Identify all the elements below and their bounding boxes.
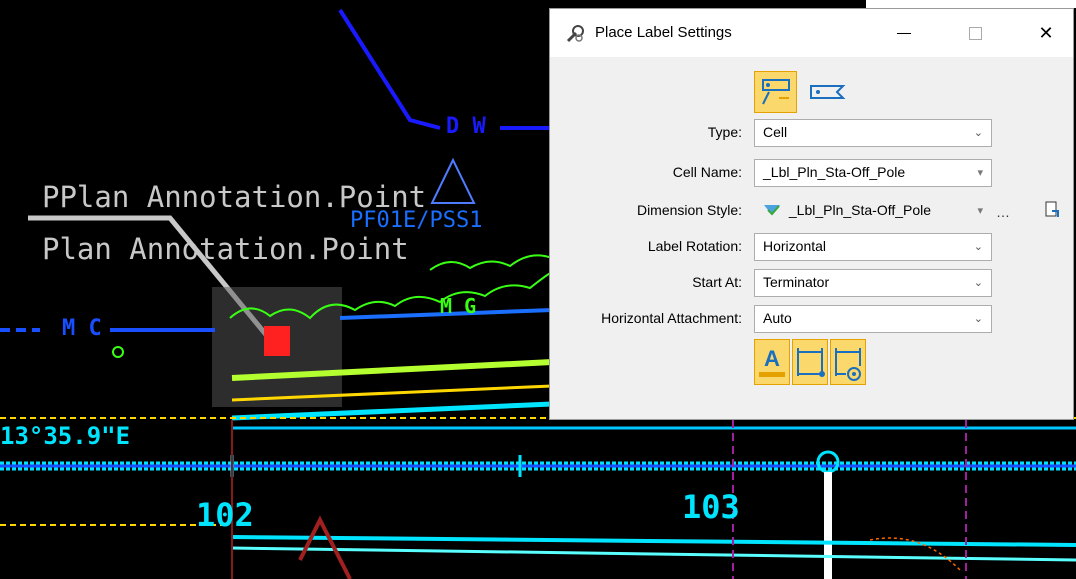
horizontal-attachment-value: Auto (763, 310, 792, 326)
more-options-button[interactable]: … (996, 204, 1010, 220)
pole-marker[interactable] (264, 326, 290, 356)
mc-label: M C (62, 316, 102, 341)
label-with-leader-button[interactable] (754, 71, 797, 113)
dialog-titlebar[interactable]: Place Label Settings ✕ (550, 9, 1073, 57)
upper-frame (866, 0, 1076, 8)
bearing-text: 13°35.9"E (0, 422, 131, 450)
close-icon: ✕ (1038, 22, 1054, 43)
dimension-style-combo[interactable]: _Lbl_Pln_Sta-Off_Pole ▾ (754, 197, 992, 225)
horizontal-attachment-label: Horizontal Attachment: (601, 310, 742, 326)
cell-name-label: Cell Name: (672, 164, 742, 180)
start-at-value: Terminator (763, 274, 830, 290)
browse-file-icon[interactable] (1044, 201, 1060, 219)
dw-label: D W (446, 114, 486, 139)
chevron-down-icon: ⌄ (973, 313, 983, 325)
chevron-down-icon: ⌄ (973, 241, 983, 253)
start-at-label: Start At: (692, 274, 742, 290)
label-with-leader-icon (761, 79, 790, 105)
blue-code-label: PF01E/PSS1 (350, 208, 483, 233)
text-style-icon: A (759, 346, 785, 377)
minimize-button[interactable] (881, 9, 927, 57)
minimize-icon (897, 32, 911, 34)
dropdown-arrow-icon: ▾ (977, 167, 983, 179)
label-without-leader-icon (810, 85, 846, 99)
place-label-settings-dialog: Place Label Settings ✕ Type: Cell ⌄ Cell… (549, 8, 1074, 420)
dimension-at-button[interactable] (830, 339, 866, 385)
type-label: Type: (707, 124, 742, 140)
cell-name-combo[interactable]: _Lbl_Pln_Sta-Off_Pole ▾ (754, 159, 992, 187)
dimension-line-icon (797, 348, 825, 377)
dimension-at-icon (835, 348, 861, 381)
dimension-style-label: Dimension Style: (636, 202, 742, 218)
label-rotation-value: Horizontal (763, 238, 827, 254)
station-102: 102 (196, 496, 254, 534)
dropdown-arrow-icon: ▾ (977, 205, 983, 217)
maximize-icon (968, 26, 982, 40)
station-103: 103 (682, 488, 740, 526)
cell-name-value: _Lbl_Pln_Sta-Off_Pole (763, 164, 906, 180)
dimension-style-value: _Lbl_Pln_Sta-Off_Pole (788, 202, 932, 218)
dimension-style-icon (764, 205, 780, 216)
annotation-line-2: Plan Annotation.Point (42, 232, 409, 266)
dimension-line-button[interactable] (792, 339, 828, 385)
horizontal-attachment-select[interactable]: Auto ⌄ (754, 305, 992, 333)
type-select[interactable]: Cell ⌄ (754, 119, 992, 147)
settings-wrench-icon (566, 25, 584, 43)
mg-label: M G (440, 294, 477, 318)
start-at-select[interactable]: Terminator ⌄ (754, 269, 992, 297)
svg-text:A: A (764, 346, 780, 371)
maximize-button[interactable] (952, 9, 998, 57)
label-rotation-select[interactable]: Horizontal ⌄ (754, 233, 992, 261)
close-button[interactable]: ✕ (1023, 9, 1069, 57)
label-rotation-label: Label Rotation: (647, 238, 742, 254)
chevron-down-icon: ⌄ (973, 127, 983, 139)
label-without-leader-button[interactable] (806, 77, 848, 107)
type-value: Cell (763, 124, 788, 140)
chevron-down-icon: ⌄ (973, 277, 983, 289)
text-style-button[interactable]: A (754, 339, 790, 385)
dialog-title: Place Label Settings (595, 24, 732, 41)
